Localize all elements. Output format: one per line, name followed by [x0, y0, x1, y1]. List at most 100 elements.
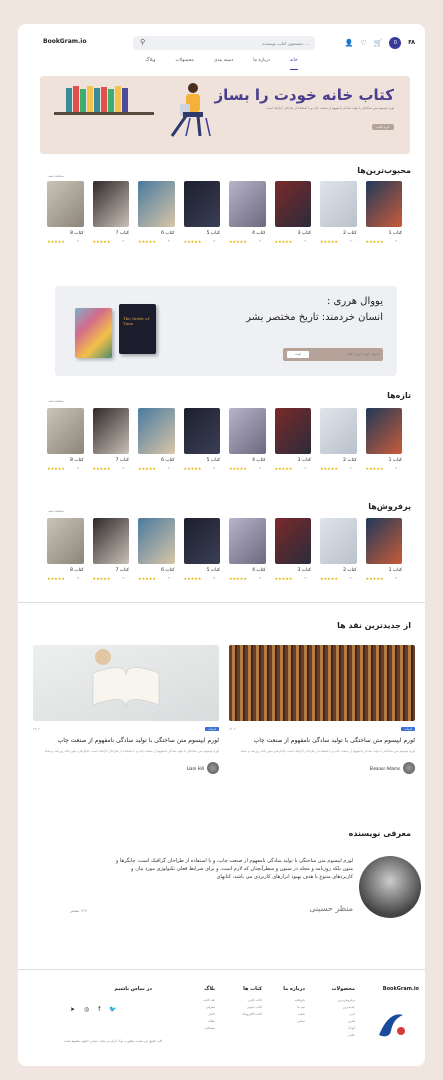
- footer-link[interactable]: علمی: [331, 1032, 355, 1039]
- book-cover[interactable]: [183, 181, 220, 227]
- book-cover[interactable]: [138, 408, 175, 454]
- book-card[interactable]: کتاب 4 ★★★★★ ۲۰۰۰: [229, 181, 266, 244]
- author-more-link[interactable]: بیشتر >>: [70, 908, 87, 913]
- see-all-newest[interactable]: مشاهده همه: [48, 399, 64, 403]
- footer-link[interactable]: تماس: [283, 1018, 305, 1025]
- book-cover[interactable]: [229, 181, 266, 227]
- book-card[interactable]: کتاب 2 ★★★★★ ۲۰۰۰: [320, 181, 357, 244]
- book-title[interactable]: کتاب 4: [229, 458, 265, 463]
- book-cover[interactable]: [138, 181, 175, 227]
- footer-link[interactable]: ادبی: [331, 1011, 355, 1018]
- user-icon[interactable]: 👤: [345, 39, 354, 47]
- book-title[interactable]: کتاب 8: [47, 568, 83, 573]
- heart-icon[interactable]: ♡: [360, 39, 366, 47]
- see-all-bestsellers[interactable]: مشاهده همه: [48, 509, 64, 513]
- promo-email-input[interactable]: [319, 352, 379, 356]
- footer-link[interactable]: کودک: [331, 1025, 355, 1032]
- book-title[interactable]: کتاب 4: [229, 568, 265, 573]
- book-cover[interactable]: [365, 408, 402, 454]
- nav-about[interactable]: درباره ما: [253, 58, 270, 70]
- book-card[interactable]: کتاب 6 ★★★★★ ۲۰۰۰: [138, 408, 175, 471]
- logo[interactable]: BookGram.io: [43, 38, 86, 45]
- book-card[interactable]: کتاب 5 ★★★★★ ۲۰۰۰: [183, 408, 220, 471]
- book-title[interactable]: کتاب 7: [93, 231, 129, 236]
- footer-link[interactable]: کتاب چاپی: [242, 997, 262, 1004]
- book-title[interactable]: کتاب 8: [47, 458, 83, 463]
- book-title[interactable]: کتاب 1: [366, 568, 402, 573]
- footer-link[interactable]: تیم ما: [283, 1004, 305, 1011]
- book-title[interactable]: کتاب 3: [275, 458, 311, 463]
- book-card[interactable]: کتاب 8 ★★★★★ ۲۰۰۰: [47, 408, 84, 471]
- book-title[interactable]: کتاب 3: [275, 231, 311, 236]
- book-cover[interactable]: [47, 181, 84, 227]
- book-title[interactable]: کتاب 1: [366, 231, 402, 236]
- search-input[interactable]: [159, 39, 309, 47]
- footer-link[interactable]: کتاب صوتی: [242, 1004, 262, 1011]
- book-cover[interactable]: [274, 518, 311, 564]
- review-card[interactable]: ۱۴۰۲ ادبیات لورم ایپسوم متن ساختگی با تو…: [33, 645, 219, 774]
- review-category[interactable]: ادبیات: [205, 727, 219, 731]
- instagram-icon[interactable]: ◎: [84, 1006, 89, 1013]
- book-title[interactable]: کتاب 2: [320, 568, 356, 573]
- footer-link[interactable]: تاریخچه: [283, 997, 305, 1004]
- book-card[interactable]: کتاب 5 ★★★★★ ۲۰۰۰: [183, 181, 220, 244]
- book-title[interactable]: کتاب 5: [184, 458, 220, 463]
- book-title[interactable]: کتاب 5: [184, 568, 220, 573]
- nav-blog[interactable]: وبلاگ: [145, 58, 155, 70]
- book-card[interactable]: کتاب 1 ★★★★★ ۲۰۰۰: [365, 518, 402, 581]
- book-card[interactable]: کتاب 2 ★★★★★ ۲۰۰۰: [320, 518, 357, 581]
- book-title[interactable]: کتاب 3: [275, 568, 311, 573]
- book-cover[interactable]: [274, 181, 311, 227]
- language-switch[interactable]: FA: [408, 40, 415, 46]
- book-cover[interactable]: [365, 518, 402, 564]
- footer-link[interactable]: مقاله: [203, 1018, 215, 1025]
- book-card[interactable]: کتاب 7 ★★★★★ ۲۰۰۰: [92, 408, 129, 471]
- book-title[interactable]: کتاب 1: [366, 458, 402, 463]
- book-card[interactable]: کتاب 4 ★★★★★ ۲۰۰۰: [229, 518, 266, 581]
- facebook-icon[interactable]: f: [98, 1006, 100, 1013]
- promo-book-cover[interactable]: [75, 308, 112, 358]
- book-card[interactable]: کتاب 8 ★★★★★ ۲۰۰۰: [47, 518, 84, 581]
- nav-categories[interactable]: دسته بندی: [214, 58, 233, 70]
- book-cover[interactable]: [92, 408, 129, 454]
- book-cover[interactable]: [229, 408, 266, 454]
- book-cover[interactable]: [274, 408, 311, 454]
- footer-link[interactable]: جدیدترین: [331, 1004, 355, 1011]
- footer-link[interactable]: پرفروش‌ترین: [331, 997, 355, 1004]
- book-cover[interactable]: [320, 181, 357, 227]
- footer-link[interactable]: هنری: [331, 1018, 355, 1025]
- footer-link[interactable]: معرفی: [203, 1004, 215, 1011]
- book-card[interactable]: کتاب 1 ★★★★★ ۲۰۰۰: [365, 181, 402, 244]
- nav-home[interactable]: خانه: [289, 58, 298, 70]
- book-cover[interactable]: [229, 518, 266, 564]
- book-cover[interactable]: [92, 518, 129, 564]
- search-bar[interactable]: ⚲: [133, 36, 315, 50]
- cart-icon[interactable]: 🛒: [374, 39, 383, 47]
- book-cover[interactable]: [320, 518, 357, 564]
- book-card[interactable]: کتاب 8 ★★★★★ ۲۰۰۰: [47, 181, 84, 244]
- hero-cta-button[interactable]: خرید کتاب: [372, 124, 394, 130]
- book-cover[interactable]: [92, 181, 129, 227]
- promo-book-cover[interactable]: The Order of Time: [119, 304, 156, 354]
- book-title[interactable]: کتاب 6: [138, 458, 174, 463]
- book-card[interactable]: کتاب 3 ★★★★★ ۲۰۰۰: [274, 181, 311, 244]
- see-all-popular[interactable]: مشاهده همه: [48, 174, 64, 178]
- review-card[interactable]: ۱۴۰۲ ادبیات لورم ایپسوم متن ساختگی با تو…: [229, 645, 415, 774]
- book-title[interactable]: کتاب 4: [229, 231, 265, 236]
- book-title[interactable]: کتاب 6: [138, 231, 174, 236]
- footer-link[interactable]: نقد کتاب: [203, 997, 215, 1004]
- book-title[interactable]: کتاب 8: [47, 231, 83, 236]
- review-title[interactable]: لورم ایپسوم متن ساختگی با تولید سادگی نا…: [229, 736, 415, 745]
- book-title[interactable]: کتاب 2: [320, 458, 356, 463]
- twitter-icon[interactable]: 🐦: [109, 1006, 116, 1013]
- review-category[interactable]: ادبیات: [401, 727, 415, 731]
- book-card[interactable]: کتاب 3 ★★★★★ ۲۰۰۰: [274, 518, 311, 581]
- book-cover[interactable]: [320, 408, 357, 454]
- book-title[interactable]: کتاب 7: [93, 458, 129, 463]
- book-cover[interactable]: [47, 408, 84, 454]
- telegram-icon[interactable]: ➤: [70, 1006, 75, 1013]
- book-title[interactable]: کتاب 5: [184, 231, 220, 236]
- book-card[interactable]: کتاب 3 ★★★★★ ۲۰۰۰: [274, 408, 311, 471]
- book-card[interactable]: کتاب 2 ★★★★★ ۲۰۰۰: [320, 408, 357, 471]
- book-card[interactable]: کتاب 6 ★★★★★ ۲۰۰۰: [138, 181, 175, 244]
